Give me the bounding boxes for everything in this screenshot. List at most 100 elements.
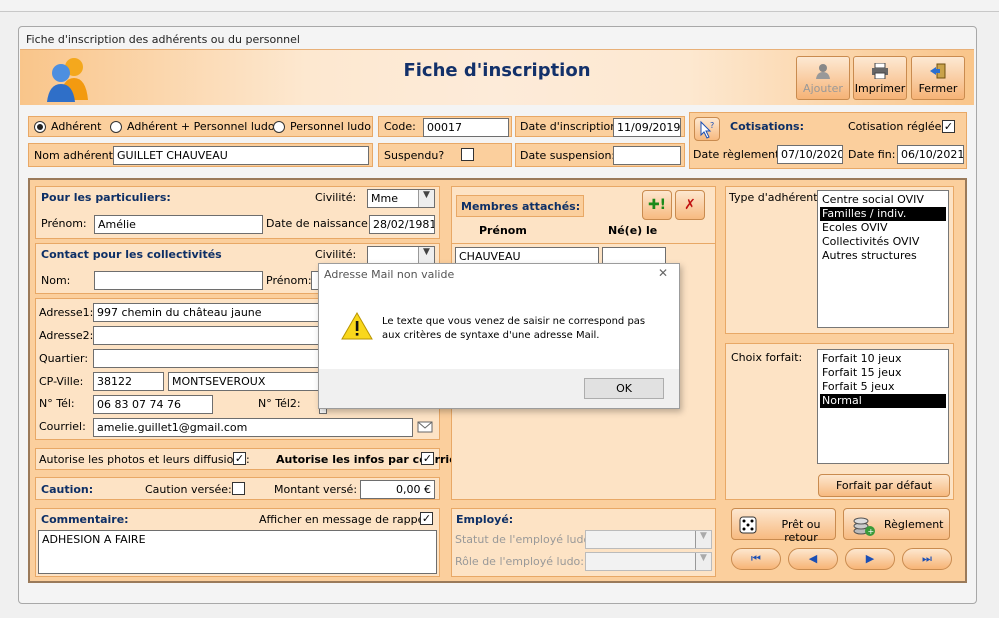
commentaire-panel: Commentaire: Afficher en message de rapp… (35, 508, 440, 577)
add-button[interactable]: Ajouter (796, 56, 850, 100)
close-button-label: Fermer (918, 82, 958, 95)
radio-adherent-label: Adhérent (51, 120, 102, 133)
chevron-down-icon[interactable]: ▼ (695, 531, 711, 548)
radio-adherent-personnel[interactable] (110, 121, 122, 133)
list-item[interactable]: Centre social OVIV (820, 193, 946, 207)
collectivite-nom-field[interactable] (94, 271, 263, 290)
plus-icon: ✚! (647, 197, 667, 213)
date-fin-field[interactable]: 06/10/2021 (897, 145, 964, 164)
caution-title: Caution: (41, 483, 94, 496)
list-item[interactable]: Forfait 10 jeux (820, 352, 946, 366)
cotisations-title: Cotisations: (730, 120, 804, 133)
statut-select[interactable]: ▼ (585, 530, 712, 549)
list-item[interactable]: Forfait 5 jeux (820, 380, 946, 394)
reglement-button[interactable]: + Règlement (843, 508, 950, 540)
rappel-checkbox[interactable]: ✓ (420, 512, 433, 525)
nav-last-button[interactable]: ⏭ (902, 548, 952, 570)
caution-versee-checkbox[interactable] (232, 482, 245, 495)
forfait-default-button[interactable]: Forfait par défaut (818, 474, 950, 497)
forfait-label: Choix forfait: (731, 351, 803, 364)
dialog-close-button[interactable]: ✕ (653, 266, 673, 284)
tel-field[interactable]: 06 83 07 74 76 (93, 395, 213, 414)
particulier-civilite-value: Mme (371, 192, 398, 205)
print-button[interactable]: Imprimer (853, 56, 907, 100)
svg-text:+: + (868, 527, 875, 536)
list-item[interactable]: Ecoles OVIV (820, 221, 946, 235)
reglement-label: Règlement (884, 518, 944, 531)
skip-first-icon: ⏮ (751, 552, 761, 565)
prenom-field[interactable]: Amélie (94, 215, 263, 234)
nom-adherent-field[interactable]: GUILLET CHAUVEAU (113, 146, 369, 165)
chevron-down-icon[interactable]: ▼ (418, 247, 434, 264)
photos-checkbox[interactable]: ✓ (233, 452, 246, 465)
add-member-button[interactable]: ✚! (642, 190, 672, 220)
radio-adherent-personnel-label: Adhérent + Personnel ludo (127, 120, 275, 133)
courriel-field[interactable]: amelie.guillet1@gmail.com (93, 418, 413, 437)
code-label: Code: (384, 120, 416, 133)
print-button-label: Imprimer (854, 82, 906, 95)
remove-member-button[interactable]: ✗ (675, 190, 705, 220)
close-button[interactable]: Fermer (911, 56, 965, 100)
cotisation-help-button[interactable]: ? (694, 117, 720, 141)
naissance-label: Date de naissance: (266, 217, 372, 230)
suspendu-panel: Suspendu? (378, 143, 512, 167)
infos-checkbox[interactable]: ✓ (421, 452, 434, 465)
ville-field[interactable]: MONTSEVEROUX (168, 372, 323, 391)
radio-adherent[interactable] (34, 121, 46, 133)
invalid-email-dialog: Adresse Mail non valide ✕ Le texte que v… (318, 263, 680, 409)
type-adherent-label: Type d'adhérent: (729, 191, 822, 204)
list-item-selected[interactable]: Normal (820, 394, 946, 408)
radio-personnel[interactable] (273, 121, 285, 133)
chevron-down-icon[interactable]: ▼ (418, 190, 434, 207)
dialog-ok-button[interactable]: OK (584, 378, 664, 399)
cotisation-reglee-label: Cotisation réglée: (848, 120, 946, 133)
collectivite-civilite-label: Civilité: (315, 248, 357, 261)
list-item-selected[interactable]: Familles / indiv. (820, 207, 946, 221)
nav-next-button[interactable]: ▶ (845, 548, 895, 570)
suspendu-checkbox[interactable] (461, 148, 474, 161)
adresse2-field[interactable] (93, 326, 323, 345)
role-select[interactable]: ▼ (585, 552, 712, 571)
employe-title: Employé: (456, 513, 514, 526)
date-suspension-field[interactable] (613, 146, 681, 165)
nav-first-button[interactable]: ⏮ (731, 548, 781, 570)
code-panel: Code: 00017 (378, 116, 512, 137)
collectivite-nom-label: Nom: (41, 274, 71, 287)
remove-icon: ✗ (684, 197, 696, 213)
add-user-icon (814, 63, 832, 79)
list-item[interactable]: Autres structures (820, 249, 946, 263)
commentaire-textarea[interactable]: ADHESION A FAIRE (38, 530, 437, 574)
particulier-civilite-label: Civilité: (315, 191, 357, 204)
list-item[interactable]: Collectivités OVIV (820, 235, 946, 249)
quartier-field[interactable] (93, 349, 323, 368)
date-suspension-panel: Date suspension: (515, 143, 685, 167)
send-mail-icon[interactable] (417, 420, 434, 434)
chevron-down-icon[interactable]: ▼ (695, 553, 711, 570)
naissance-field[interactable]: 28/02/1981 (369, 215, 435, 234)
particulier-civilite-select[interactable]: Mme ▼ (367, 189, 435, 208)
exit-door-icon (929, 63, 947, 79)
forfait-list[interactable]: Forfait 10 jeux Forfait 15 jeux Forfait … (817, 349, 949, 464)
coins-icon: + (852, 513, 876, 537)
date-reglement-field[interactable]: 07/10/2020 (777, 145, 843, 164)
nav-prev-button[interactable]: ◀ (788, 548, 838, 570)
nom-adherent-panel: Nom adhérent: GUILLET CHAUVEAU (28, 143, 373, 167)
cp-field[interactable]: 38122 (93, 372, 164, 391)
particuliers-title: Pour les particuliers: (41, 191, 171, 204)
montant-field[interactable]: 0,00 € (360, 480, 435, 499)
list-item[interactable]: Forfait 15 jeux (820, 366, 946, 380)
autorisations-panel: Autorise les photos et leurs diffusions:… (35, 448, 465, 470)
forfait-panel: Choix forfait: Forfait 10 jeux Forfait 1… (725, 343, 954, 500)
pret-retour-button[interactable]: Prêt ou retour (731, 508, 836, 544)
courriel-label: Courriel: (39, 420, 86, 433)
date-inscription-field[interactable]: 11/09/2019 (613, 118, 681, 137)
adresse1-field[interactable]: 997 chemin du château jaune (93, 303, 323, 322)
printer-icon (871, 62, 889, 80)
type-adherent-list[interactable]: Centre social OVIV Familles / indiv. Eco… (817, 190, 949, 328)
date-inscription-panel: Date d'inscription: 11/09/2019 (515, 116, 685, 137)
cotisation-reglee-checkbox[interactable]: ✓ (942, 120, 955, 133)
code-field[interactable]: 00017 (423, 118, 509, 137)
rappel-label: Afficher en message de rappel (259, 513, 428, 526)
radio-personnel-label: Personnel ludo (290, 120, 371, 133)
employe-panel: Employé: Statut de l'employé ludo: ▼ Rôl… (451, 508, 716, 577)
